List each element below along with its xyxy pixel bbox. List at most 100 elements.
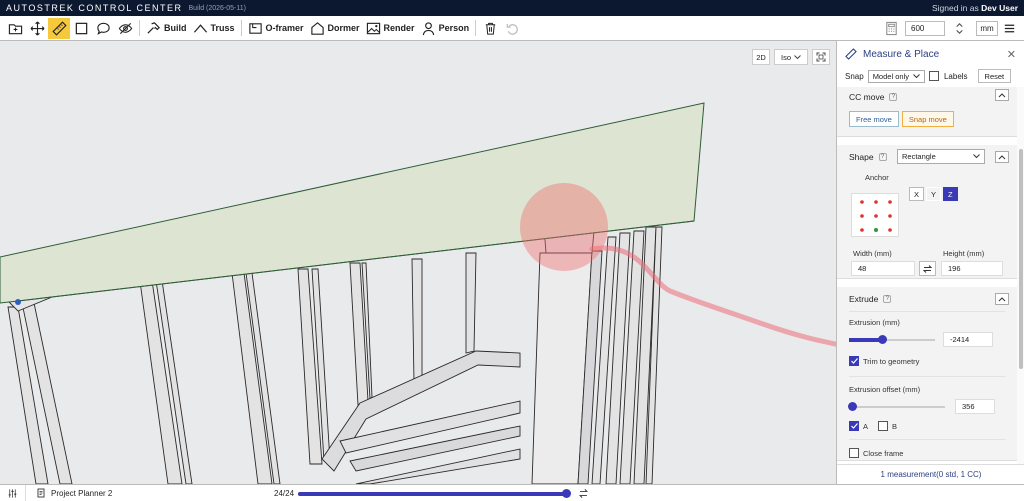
- model-viewport[interactable]: 2D Iso: [0, 41, 836, 484]
- extrude-collapse-button[interactable]: [995, 293, 1009, 305]
- undo-button[interactable]: [501, 18, 523, 39]
- move-tool-button[interactable]: [26, 18, 48, 39]
- shape-section: Shape? Rectangle Anchor X Y Z Width (mm)…: [837, 137, 1017, 279]
- extrusion-slider[interactable]: [849, 334, 935, 345]
- title-bar: AUTOSTREK CONTROL CENTER Build (2026-05-…: [0, 0, 1024, 16]
- eye-off-icon: [118, 22, 132, 34]
- snap-move-button[interactable]: Snap move: [901, 111, 954, 127]
- panel-scrollbar[interactable]: [1017, 87, 1024, 469]
- offset-slider[interactable]: [847, 401, 945, 412]
- b-checkbox[interactable]: [878, 421, 889, 431]
- snap-select[interactable]: Model only: [867, 69, 925, 83]
- oframer-button[interactable]: O-framer: [245, 18, 307, 39]
- cc-move-buttons: Free move Snap move: [849, 111, 1005, 127]
- extrusion-offset-label: Extrusion offset (mm): [849, 385, 921, 394]
- chevron-up-icon: [998, 155, 1006, 160]
- delete-button[interactable]: [479, 18, 501, 39]
- axis-x-button[interactable]: X: [909, 187, 925, 201]
- cc-move-title: CC move: [849, 92, 885, 102]
- extrude-section: Extrude? Extrusion (mm) -2414 Trim to ge…: [837, 279, 1017, 461]
- shape-collapse-button[interactable]: [995, 151, 1009, 163]
- chat-bubble-icon: [96, 22, 110, 35]
- oframer-label: O-framer: [265, 23, 304, 33]
- measure-tool-button[interactable]: [48, 17, 70, 39]
- width-input[interactable]: 48: [851, 261, 915, 276]
- extrude-divider-2: [849, 376, 1005, 377]
- calculator-button[interactable]: [880, 18, 902, 39]
- open-folder-button[interactable]: [4, 18, 26, 39]
- trim-checkbox[interactable]: [849, 356, 859, 366]
- truss-button[interactable]: Truss: [190, 18, 238, 39]
- frame-icon: [248, 22, 262, 34]
- extrusion-input[interactable]: -2414: [943, 332, 993, 347]
- menu-icon: [1004, 24, 1014, 32]
- extrude-header: Extrude?: [849, 289, 1005, 309]
- truss-icon: [193, 23, 207, 33]
- menu-button[interactable]: [998, 18, 1020, 39]
- truss-label: Truss: [210, 23, 235, 33]
- move-icon: [30, 21, 44, 35]
- extrusion-slider-handle[interactable]: [877, 334, 887, 344]
- cc-move-help-icon[interactable]: ?: [889, 93, 898, 101]
- person-button[interactable]: Person: [418, 18, 473, 39]
- shape-help-icon[interactable]: ?: [878, 153, 887, 161]
- chevron-down-icon: [973, 154, 980, 159]
- extrusion-label: Extrusion (mm): [849, 318, 900, 327]
- timeline-handle[interactable]: [562, 489, 571, 498]
- check-icon: [850, 358, 858, 364]
- close-frame-row: Close frame: [849, 448, 1005, 458]
- extrude-title: Extrude: [849, 294, 879, 304]
- toolbar-divider: [139, 20, 140, 36]
- toolbar-divider: [475, 20, 477, 36]
- reset-button[interactable]: Reset: [977, 69, 1012, 83]
- panel-scroll-area[interactable]: CC move? Free move Snap move Shape? Recta…: [837, 87, 1017, 469]
- signed-in-status: Signed in as Dev User: [932, 3, 1018, 13]
- render-button[interactable]: Render: [363, 18, 418, 39]
- swap-dimensions-button[interactable]: [919, 261, 936, 276]
- project-tab[interactable]: Project Planner 2: [36, 488, 112, 498]
- user-name[interactable]: Dev User: [981, 3, 1018, 13]
- image-icon: [366, 22, 380, 34]
- comment-tool-button[interactable]: [92, 18, 114, 39]
- ruler-icon: [51, 20, 67, 36]
- cc-move-collapse-button[interactable]: [995, 89, 1009, 101]
- shape-value: Rectangle: [902, 152, 936, 161]
- axis-y-button[interactable]: Y: [926, 187, 942, 201]
- zoom-stepper[interactable]: [948, 18, 970, 39]
- anchor-grid[interactable]: [851, 193, 899, 237]
- project-name: Project Planner 2: [51, 488, 113, 498]
- timeline-settings-button[interactable]: [572, 483, 594, 501]
- free-move-button[interactable]: Free move: [849, 111, 899, 127]
- dormer-button[interactable]: Dormer: [307, 18, 363, 39]
- axis-z-button[interactable]: Z: [943, 187, 958, 201]
- folder-icon: [8, 23, 22, 34]
- settings-sliders-button[interactable]: [0, 485, 26, 501]
- build-button[interactable]: Build: [143, 18, 190, 39]
- fit-view-button[interactable]: [812, 49, 830, 65]
- snap-row: Snap Model only Labels Reset: [837, 67, 1024, 85]
- shape-select[interactable]: Rectangle: [897, 149, 985, 164]
- offset-slider-handle[interactable]: [847, 401, 857, 411]
- view-2d-button[interactable]: 2D: [752, 49, 770, 65]
- timeline-slider[interactable]: [298, 489, 571, 498]
- view-iso-select[interactable]: Iso: [774, 49, 808, 65]
- timeline-fill: [298, 492, 566, 496]
- zoom-input[interactable]: 600: [905, 20, 945, 36]
- panel-scrollbar-thumb[interactable]: [1019, 149, 1023, 369]
- units-select[interactable]: mm: [976, 20, 998, 36]
- visibility-toggle-button[interactable]: [114, 18, 136, 39]
- close-panel-button[interactable]: ✕: [1007, 48, 1016, 61]
- offset-row: 356: [847, 399, 1005, 414]
- a-checkbox[interactable]: [849, 421, 859, 431]
- extrusion-row: -2414: [849, 332, 1005, 347]
- labels-checkbox[interactable]: [928, 71, 939, 81]
- height-input[interactable]: 196: [941, 261, 1003, 276]
- offset-input[interactable]: 356: [955, 399, 995, 414]
- rectangle-tool-button[interactable]: [70, 18, 92, 39]
- extrude-help-icon[interactable]: ?: [883, 295, 892, 303]
- anchor-label: Anchor: [865, 173, 889, 182]
- scene-canvas[interactable]: [0, 41, 836, 484]
- ab-row: A B: [849, 421, 1005, 431]
- close-frame-checkbox[interactable]: [849, 448, 859, 458]
- bottom-bar: Project Planner 2 24/24: [0, 484, 1024, 501]
